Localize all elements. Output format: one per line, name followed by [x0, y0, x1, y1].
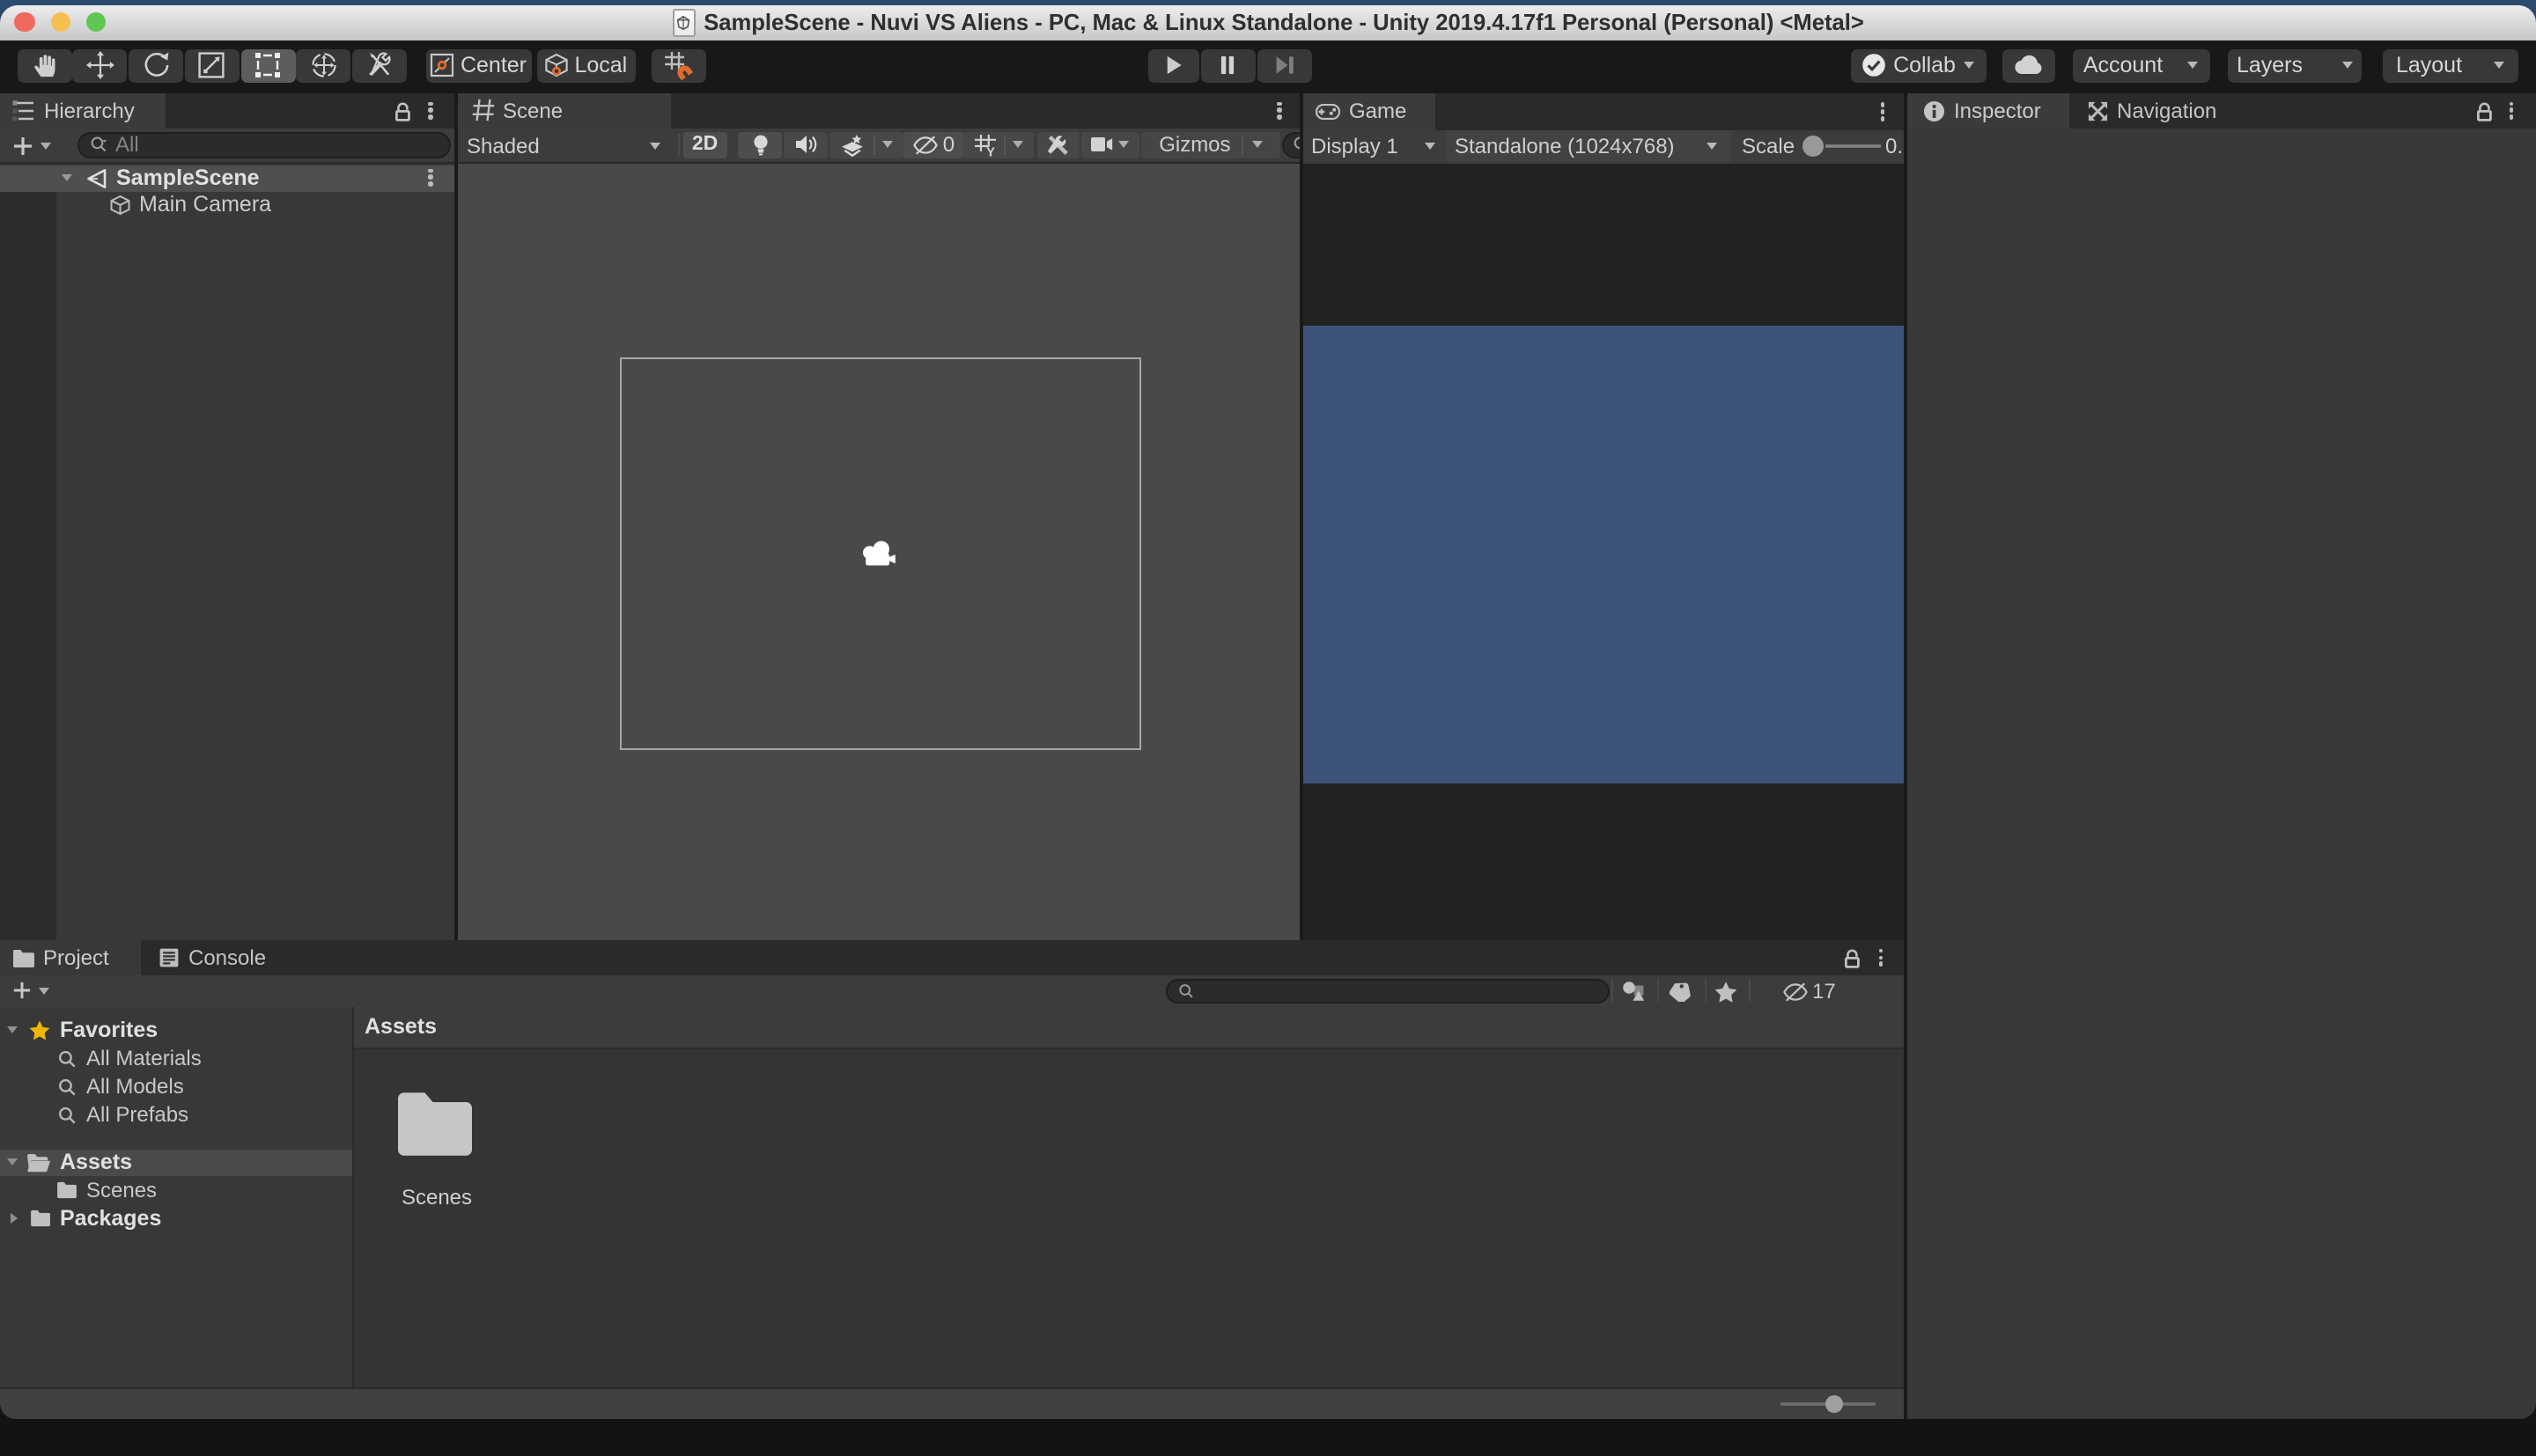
- svg-text:Y: Y: [986, 144, 995, 156]
